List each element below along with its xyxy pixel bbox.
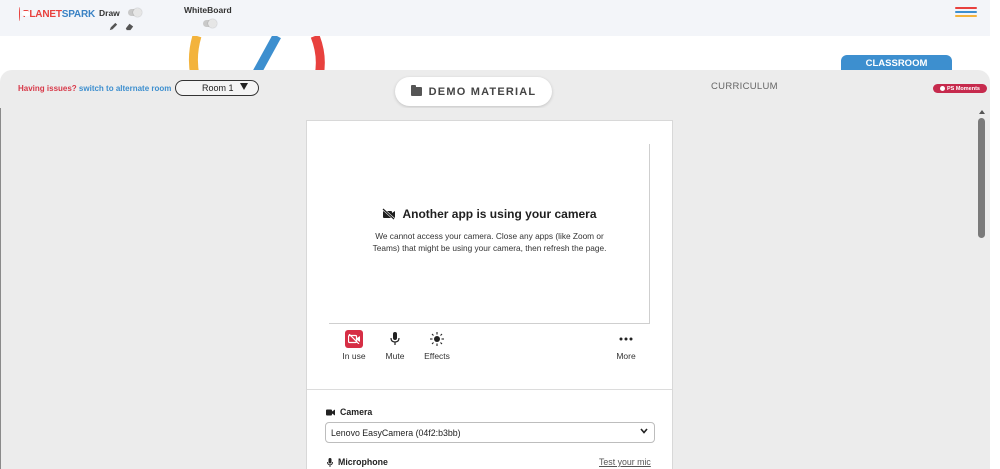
- test-mic-link[interactable]: Test your mic: [599, 457, 651, 467]
- demo-material-label: DEMO MATERIAL: [428, 85, 537, 98]
- camera-off-icon: [382, 208, 396, 220]
- tab-demo-material[interactable]: DEMO MATERIAL: [395, 77, 552, 106]
- ps-moments-label: PS Moments: [946, 85, 980, 92]
- sparkle-effects-icon: [428, 330, 446, 348]
- logo-spark-text: SPARK: [61, 8, 95, 20]
- folder-icon: [410, 85, 422, 96]
- menu-line-red: [955, 7, 977, 9]
- mascot-icon: [19, 7, 30, 21]
- microphone-small-icon: [327, 457, 333, 467]
- draw-toggle[interactable]: [128, 8, 142, 17]
- moments-dot-icon: [939, 86, 945, 91]
- camera-error-message: We cannot access your camera. Close any …: [372, 231, 607, 253]
- top-header: [0, 0, 990, 36]
- whiteboard-toggle[interactable]: [203, 19, 217, 28]
- eraser-icon[interactable]: [124, 21, 135, 32]
- menu-line-blue: [955, 11, 977, 13]
- room-select-value: Room 1: [202, 83, 234, 93]
- whiteboard-label: WhiteBoard: [184, 5, 232, 15]
- video-camera-icon: [326, 409, 335, 415]
- microphone-field-label: Microphone: [327, 457, 388, 467]
- more-label: More: [616, 351, 636, 361]
- in-use-button[interactable]: In use: [334, 330, 374, 361]
- app-root: PLANETSPARK Draw WhiteBoard CLASSROOM Ha…: [0, 0, 1000, 469]
- scroll-up-arrow-icon[interactable]: [979, 110, 985, 114]
- tab-curriculum[interactable]: CURRICULUM: [711, 81, 778, 92]
- chevron-down-icon[interactable]: [640, 428, 648, 434]
- microphone-icon: [386, 330, 404, 348]
- more-dots-icon: [617, 330, 635, 348]
- panel-divider: [307, 389, 672, 390]
- microphone-label-text: Microphone: [338, 457, 388, 467]
- draw-label: Draw: [99, 8, 120, 18]
- scroll-thumb[interactable]: [978, 118, 985, 238]
- more-button[interactable]: More: [606, 330, 646, 361]
- logo-text: PLANETSPARK: [22, 8, 95, 20]
- camera-select-value: Lenovo EasyCamera (04f2:b3bb): [331, 427, 461, 438]
- planetspark-logo[interactable]: PLANETSPARK: [19, 6, 95, 22]
- menu-icon[interactable]: [955, 7, 977, 19]
- issues-notice: Having issues? switch to alternate room: [18, 84, 171, 93]
- camera-error-title: Another app is using your camera: [329, 207, 650, 221]
- mute-button[interactable]: Mute: [375, 330, 415, 361]
- menu-line-yellow: [955, 15, 977, 17]
- effects-label: Effects: [424, 351, 450, 361]
- pencil-icon[interactable]: [108, 21, 119, 32]
- camera-in-use-icon: [345, 330, 363, 348]
- camera-label-text: Camera: [340, 407, 373, 417]
- issues-question: Having issues?: [18, 84, 77, 93]
- effects-button[interactable]: Effects: [417, 330, 457, 361]
- ps-moments-button[interactable]: PS Moments: [933, 84, 987, 93]
- vertical-scrollbar[interactable]: [977, 108, 986, 469]
- in-use-label: In use: [342, 351, 366, 361]
- camera-error-title-text: Another app is using your camera: [402, 207, 597, 221]
- mute-label: Mute: [385, 351, 405, 361]
- room-dropdown-arrow-icon[interactable]: [240, 83, 248, 90]
- camera-select[interactable]: Lenovo EasyCamera (04f2:b3bb): [325, 422, 655, 443]
- alternate-room-link[interactable]: switch to alternate room: [79, 84, 171, 93]
- camera-field-label: Camera: [326, 407, 372, 417]
